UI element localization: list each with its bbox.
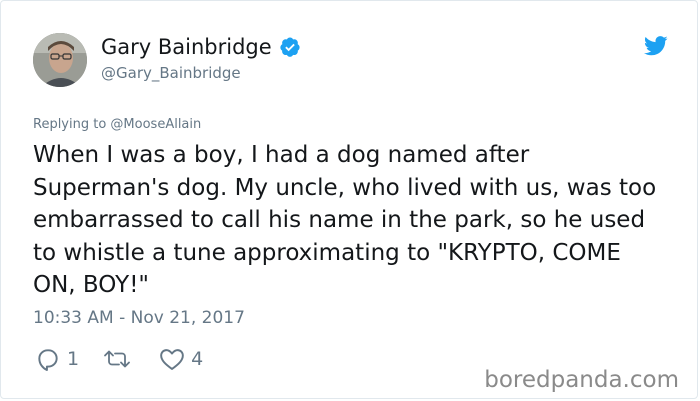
tweet-text: When I was a boy, I had a dog named afte… — [33, 142, 657, 298]
heart-icon — [159, 347, 185, 371]
reply-button[interactable]: 1 — [35, 346, 79, 372]
tweet-actions: 1 4 — [35, 346, 227, 372]
reply-count: 1 — [67, 348, 80, 370]
watermark: boredpanda.com — [484, 367, 679, 393]
tweet-timestamp[interactable]: 10:33 AM - Nov 21, 2017 — [33, 308, 245, 328]
like-button[interactable]: 4 — [159, 347, 203, 371]
author-name-row: Gary Bainbridge — [101, 35, 301, 59]
retweet-button[interactable] — [103, 347, 137, 371]
display-name[interactable]: Gary Bainbridge — [101, 35, 272, 59]
retweet-icon — [103, 347, 131, 371]
avatar[interactable] — [33, 33, 87, 87]
twitter-bird-icon[interactable] — [643, 35, 668, 57]
author-handle[interactable]: @Gary_Bainbridge — [101, 64, 241, 82]
tweet-card: Gary Bainbridge @Gary_Bainbridge Replyin… — [0, 0, 698, 399]
avatar-image — [33, 33, 87, 87]
replying-to[interactable]: Replying to @MooseAllain — [33, 117, 201, 132]
reply-bubble-icon — [35, 346, 61, 372]
verified-badge-icon — [279, 36, 301, 58]
like-count: 4 — [191, 348, 204, 370]
